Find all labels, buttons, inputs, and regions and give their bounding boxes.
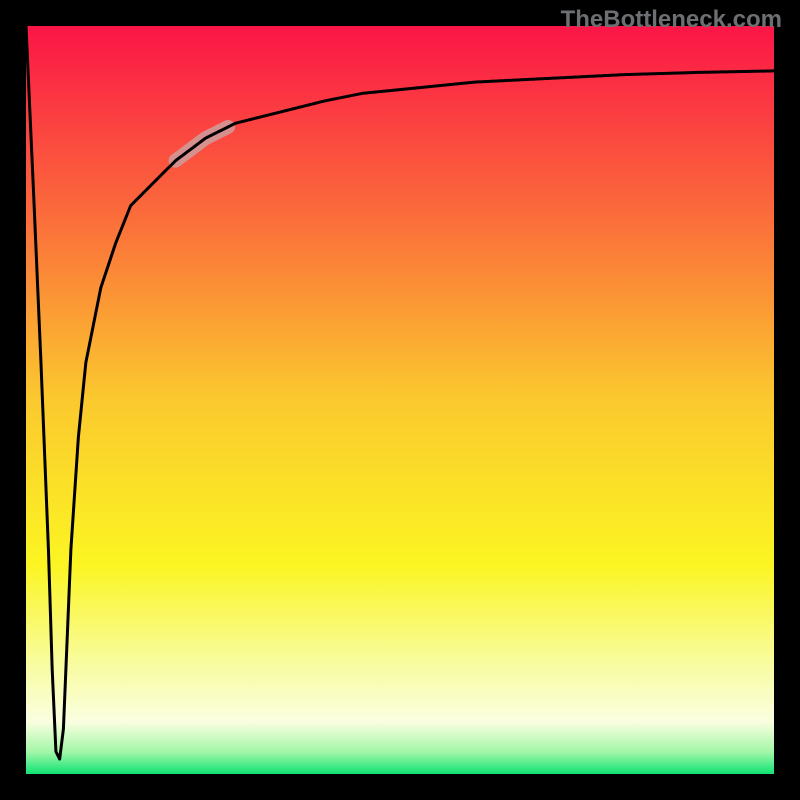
- chart-frame: TheBottleneck.com: [0, 0, 800, 800]
- watermark-text: TheBottleneck.com: [561, 6, 782, 34]
- bottleneck-chart: [0, 0, 800, 800]
- plot-area: [26, 26, 774, 774]
